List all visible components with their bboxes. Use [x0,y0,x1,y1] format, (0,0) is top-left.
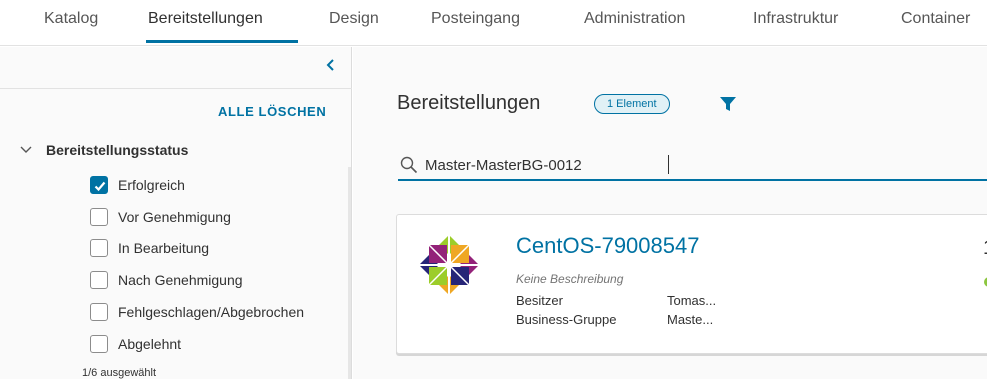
deployment-description: Keine Beschreibung [516,272,624,286]
option-label: Fehlgeschlagen/Abgebrochen [118,304,305,320]
text-caret [668,155,669,174]
owner-value: Tomas... [667,293,717,308]
search-input[interactable] [425,152,985,178]
section-toggle[interactable]: Bereitstellungsstatus [20,141,188,159]
option-label: In Bearbeitung [118,240,210,256]
search-icon [400,156,418,174]
centos-logo-icon [419,235,479,295]
business-group-value: Maste... [667,312,714,327]
chevron-down-icon [20,146,32,153]
chevron-left-icon[interactable] [324,55,338,75]
option-label: Abgelehnt [118,336,182,352]
card-right-text: 1 [983,237,987,260]
filter-option[interactable]: Erfolgreich [90,175,185,195]
tab-container[interactable]: Container [901,10,970,28]
selected-count: 1/6 ausgewählt [82,367,156,379]
option-label: Nach Genehmigung [118,272,243,288]
top-navigation: Katalog Bereitstellungen Design Posteing… [0,0,987,46]
deployment-card[interactable]: CentOS-79008547 Keine Beschreibung Besit… [396,214,987,354]
checkbox[interactable] [90,208,108,226]
clear-all-link[interactable]: ALLE LÖSCHEN [218,104,326,119]
deployment-title[interactable]: CentOS-79008547 [516,233,699,259]
check-icon [94,181,106,192]
sidebar-header [0,47,352,89]
page-title: Bereitstellungen [397,92,541,114]
checkbox[interactable] [90,303,108,321]
option-label: Erfolgreich [118,177,185,193]
checkbox[interactable] [90,239,108,257]
filter-option[interactable]: Fehlgeschlagen/Abgebrochen [90,302,304,322]
tab-katalog[interactable]: Katalog [44,10,98,28]
filter-option[interactable]: Vor Genehmigung [90,207,231,227]
filter-option[interactable]: Nach Genehmigung [90,270,243,290]
tab-bereitstellungen[interactable]: Bereitstellungen [148,10,263,28]
count-badge: 1 Element [594,94,670,114]
section-title: Bereitstellungsstatus [46,142,189,158]
tab-posteingang[interactable]: Posteingang [431,10,520,28]
filter-option[interactable]: In Bearbeitung [90,238,209,258]
tab-administration[interactable]: Administration [584,10,685,28]
option-label: Vor Genehmigung [118,209,231,225]
checkbox-checked[interactable] [90,176,108,194]
filter-option[interactable]: Abgelehnt [90,334,181,354]
filter-icon[interactable] [719,95,737,113]
checkbox[interactable] [90,271,108,289]
tab-design[interactable]: Design [329,10,379,28]
active-tab-indicator [146,40,298,43]
search-bar [398,149,987,181]
tab-infrastruktur[interactable]: Infrastruktur [753,10,838,28]
checkbox[interactable] [90,335,108,353]
owner-label: Besitzer [516,293,563,308]
sidebar-scrollbar[interactable] [348,167,351,379]
filter-sidebar: ALLE LÖSCHEN Bereitstellungsstatus Erfol… [0,47,352,379]
business-group-label: Business-Gruppe [516,312,617,327]
main-content: Bereitstellungen 1 Element Cen [353,47,987,379]
